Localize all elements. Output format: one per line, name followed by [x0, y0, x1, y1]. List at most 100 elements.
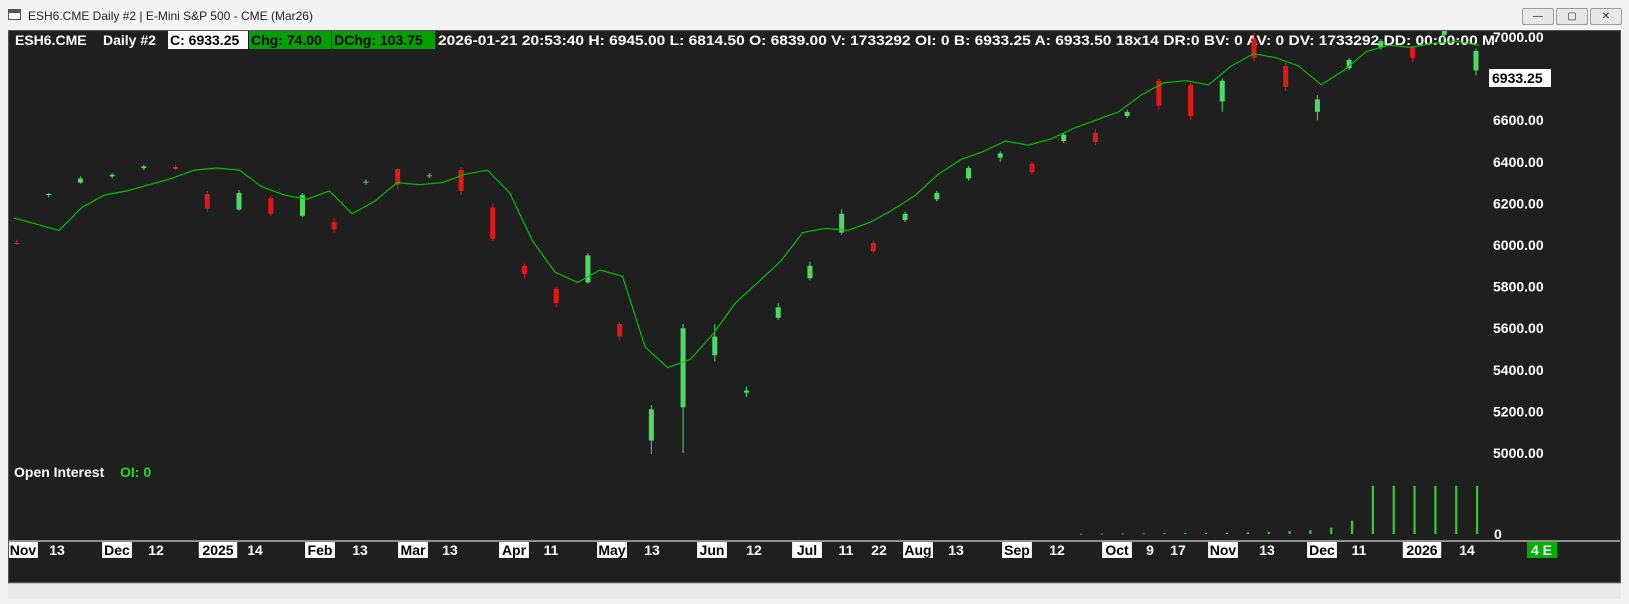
time-axis-label: Jul [797, 542, 817, 558]
oi-bar [1100, 533, 1104, 535]
oi-bar [1330, 527, 1333, 534]
oi-bar [1350, 520, 1354, 534]
price-scale-label: 5400.00 [1493, 362, 1544, 378]
candle-body [109, 174, 115, 177]
oi-value-label: OI: 0 [120, 464, 151, 480]
time-axis-label: 2026 [1406, 542, 1437, 558]
window-title: ESH6.CME Daily #2 | E-Mini S&P 500 - CME… [28, 9, 313, 23]
corner-badge[interactable]: 4 E [1531, 542, 1552, 558]
candle-body [997, 153, 1003, 158]
candle-body [1092, 132, 1098, 143]
candle-body [521, 265, 527, 275]
candle-body [966, 168, 972, 179]
chart-area[interactable]: ESH6.CME Daily #2 C: 6933.25 Chg: 74.00 … [8, 30, 1621, 583]
price-scale[interactable]: 7000.006800.006600.006400.006200.006000.… [1493, 31, 1544, 461]
price-scale-label: 5000.00 [1493, 445, 1544, 461]
candle-body [268, 198, 274, 214]
oi-bar [1080, 533, 1083, 535]
price-scale-label: 5200.00 [1493, 403, 1544, 419]
time-axis-label: Nov [1210, 542, 1237, 558]
oi-bar [1142, 533, 1145, 535]
change-value: Chg: 74.00 [251, 32, 322, 48]
app-window-icon [8, 9, 21, 20]
candle-body [648, 409, 654, 441]
time-axis-label: Dec [1309, 542, 1335, 558]
candle-body [1410, 47, 1416, 58]
candle-body [490, 207, 496, 239]
candle-body [744, 390, 749, 393]
time-axis-label: Oct [1105, 542, 1129, 558]
time-axis-label: 22 [871, 542, 887, 558]
time-axis-label: Mar [401, 542, 426, 558]
time-axis-label: Apr [502, 542, 527, 558]
candle-body [1314, 99, 1320, 112]
oi-bar [1121, 533, 1124, 535]
daily-change-value: DChg: 103.75 [334, 32, 423, 48]
oi-bar [1371, 485, 1374, 534]
candle-body [934, 193, 940, 200]
oi-bar [1392, 485, 1395, 534]
candle-body [77, 178, 83, 183]
candle-body [204, 194, 210, 209]
oi-bar [1455, 485, 1458, 534]
chart-name-label: Daily #2 [103, 32, 156, 48]
time-axis-label: Dec [104, 542, 130, 558]
open-interest-bars [1080, 485, 1479, 535]
candle-body [553, 288, 559, 304]
time-axis-label: 11 [1352, 542, 1367, 558]
oi-scale-zero: 0 [1494, 526, 1502, 542]
moving-average-line [13, 40, 1480, 369]
candle-body [458, 170, 464, 191]
candle-body [173, 167, 179, 170]
time-axis-label: 11 [839, 542, 854, 558]
symbol-label: ESH6.CME [15, 32, 87, 48]
time-axis-label: 12 [148, 542, 164, 558]
price-scale-label: 6000.00 [1493, 237, 1544, 253]
time-axis-label: 12 [746, 542, 762, 558]
oi-bar [1163, 533, 1166, 535]
time-axis-label: 13 [442, 542, 458, 558]
oi-bar [1476, 485, 1479, 534]
title-bar[interactable]: ESH6.CME Daily #2 | E-Mini S&P 500 - CME… [0, 0, 1629, 32]
candle-body [1473, 50, 1479, 71]
time-axis-label: 13 [644, 542, 660, 558]
candle-body [426, 175, 432, 177]
time-axis-label: 13 [1259, 542, 1275, 558]
time-axis-label: Nov [10, 542, 37, 558]
time-axis-label: 2025 [202, 542, 233, 558]
candle-body [902, 213, 908, 221]
oi-bar [1225, 532, 1229, 534]
minimize-button[interactable]: — [1522, 8, 1554, 25]
candle-body [585, 255, 591, 283]
close-button[interactable]: ✕ [1590, 8, 1622, 25]
quote-details: 2026-01-21 20:53:40 H: 6945.00 L: 6814.5… [438, 32, 1495, 48]
maximize-button[interactable]: ▢ [1556, 8, 1588, 25]
candle-body [331, 222, 337, 230]
time-axis-label: 14 [1459, 542, 1475, 558]
oi-bar [1309, 530, 1312, 534]
time-axis-label: Feb [308, 542, 333, 558]
time-axis-label: 13 [948, 542, 964, 558]
price-scale-label: 5800.00 [1493, 279, 1544, 295]
time-axis-label: 14 [247, 542, 263, 558]
candle-body [14, 242, 20, 244]
price-scale-label: 6600.00 [1493, 112, 1544, 128]
time-axis-label: 13 [352, 542, 368, 558]
application-window: ESH6.CME Daily #2 | E-Mini S&P 500 - CME… [0, 0, 1629, 604]
price-chart[interactable]: ESH6.CME Daily #2 C: 6933.25 Chg: 74.00 … [9, 31, 1620, 582]
oi-bar [1413, 485, 1416, 534]
price-scale-label: 6200.00 [1493, 195, 1544, 211]
candle-body [1441, 31, 1447, 35]
candle-body [1283, 66, 1289, 87]
time-axis[interactable]: Nov 13 Dec 12 2025 14 Feb 13 Mar 13 Apr 11 May 13 Jun 1… [9, 542, 1475, 558]
candle-body [46, 194, 52, 196]
oi-bar [1434, 485, 1437, 534]
time-axis-label: Sep [1004, 542, 1030, 558]
candle-body [1219, 80, 1225, 102]
candle-body [1061, 134, 1067, 141]
time-axis-label: 17 [1170, 542, 1186, 558]
candle-body [807, 265, 813, 279]
oi-bar [1184, 533, 1187, 534]
price-scale-label: 7000.00 [1493, 31, 1544, 45]
time-axis-label: Jun [700, 542, 725, 558]
